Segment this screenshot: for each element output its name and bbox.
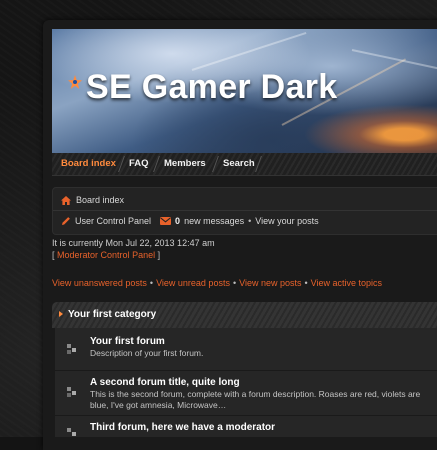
new-messages-count[interactable]: 0 <box>175 216 180 226</box>
new-messages-link[interactable]: new messages <box>184 216 244 226</box>
breadcrumb-board-index[interactable]: Board index <box>76 195 124 205</box>
separator-dot: • <box>304 278 308 288</box>
forum-title-link[interactable]: Third forum, here we have a moderator <box>90 422 275 433</box>
forum-read-icon <box>67 344 77 354</box>
forum-title-link[interactable]: Your first forum <box>90 336 165 347</box>
bracket-open: [ <box>52 250 55 260</box>
forum-description: This is the second forum, complete with … <box>90 389 421 410</box>
category-header: Your first category <box>52 302 437 328</box>
nav-members[interactable]: Members <box>164 158 206 169</box>
ucp-link[interactable]: User Control Panel <box>75 216 151 226</box>
home-icon <box>61 195 71 205</box>
view-your-posts-link[interactable]: View your posts <box>255 216 318 226</box>
view-active-topics-link[interactable]: View active topics <box>311 278 382 288</box>
category-arrow-icon <box>59 311 63 317</box>
pencil-icon <box>62 217 70 225</box>
view-new-posts-link[interactable]: View new posts <box>239 278 301 288</box>
separator-dot: • <box>149 278 154 288</box>
forum-row[interactable]: Your first forum Description of your fir… <box>55 328 437 371</box>
nav-divider <box>255 156 262 172</box>
forum-row[interactable]: A second forum title, quite long This is… <box>55 371 437 416</box>
breadcrumb: Board index User Control Panel 0 new mes… <box>52 187 437 235</box>
view-unread-link[interactable]: View unread posts <box>156 278 230 288</box>
nav-divider <box>118 156 125 172</box>
nav-board-index[interactable]: Board index <box>61 158 116 169</box>
mcp-line: [ Moderator Control Panel ] <box>52 250 160 260</box>
forum-read-icon <box>67 387 77 397</box>
view-unanswered-link[interactable]: View unanswered posts <box>52 278 147 288</box>
logo-star-icon <box>68 75 82 89</box>
envelope-icon <box>160 217 172 225</box>
nav-divider <box>153 156 160 172</box>
current-time: It is currently Mon Jul 22, 2013 12:47 a… <box>52 238 215 248</box>
separator-dot: • <box>248 216 252 226</box>
bracket-close: ] <box>157 250 161 260</box>
quick-links: View unanswered posts • View unread posts •… <box>52 278 382 288</box>
forum-description: Description of your first forum. <box>90 348 204 358</box>
main-nav: Board index FAQ Members Search <box>52 153 437 176</box>
forum-title-link[interactable]: A second forum title, quite long <box>90 377 240 388</box>
separator-dot: • <box>232 278 237 288</box>
nav-faq[interactable]: FAQ <box>129 158 149 169</box>
category-title[interactable]: Your first category <box>68 309 156 320</box>
nav-divider <box>212 156 219 172</box>
breadcrumb-divider <box>53 210 437 211</box>
nav-search[interactable]: Search <box>223 158 255 169</box>
mcp-link[interactable]: Moderator Control Panel <box>57 250 155 260</box>
site-logo-text[interactable]: SE Gamer Dark <box>86 68 337 107</box>
forum-row[interactable]: Third forum, here we have a moderator <box>55 416 437 438</box>
